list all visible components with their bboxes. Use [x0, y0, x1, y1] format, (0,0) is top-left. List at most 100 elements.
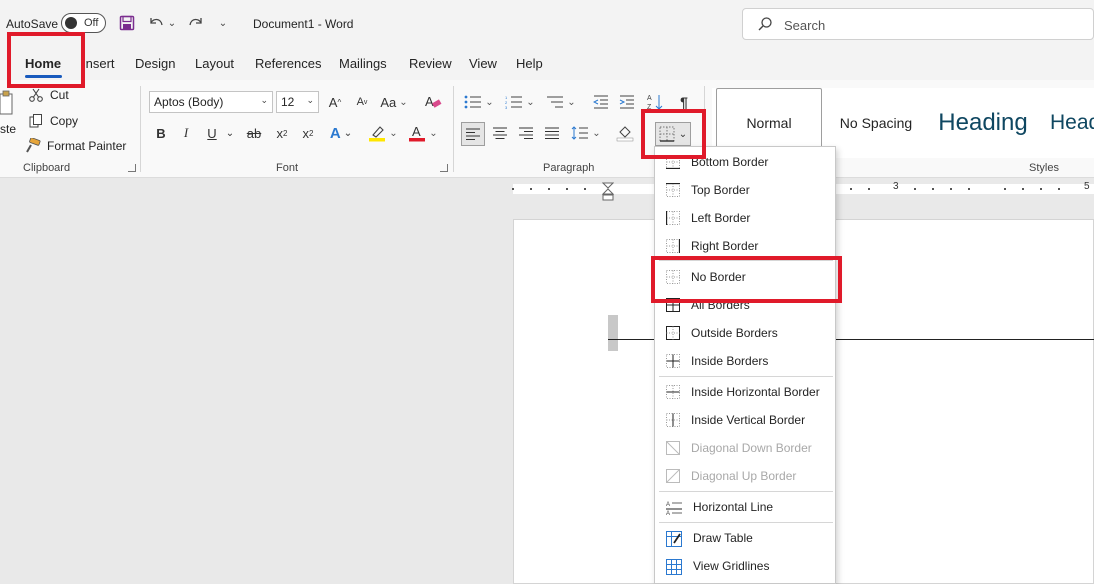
font-size-combo[interactable]: 12 ⌄ [276, 91, 319, 113]
show-formatting-marks-icon[interactable]: ¶ [675, 91, 693, 113]
shading-icon[interactable] [614, 122, 636, 144]
menu-item-label: Draw Table [693, 531, 753, 545]
italic-button[interactable]: I [177, 122, 195, 144]
svg-text:3: 3 [505, 105, 508, 109]
menu-item-all-borders[interactable]: All Borders [655, 291, 835, 319]
menu-item-draw-table[interactable]: Draw Table [655, 524, 835, 552]
tab-references[interactable]: References [255, 56, 321, 71]
bullets-icon[interactable] [462, 91, 496, 113]
tab-layout[interactable]: Layout [195, 56, 234, 71]
bold-button[interactable]: B [152, 122, 170, 144]
menu-item-bottom-border[interactable]: Bottom Border [655, 148, 835, 176]
undo-icon[interactable] [145, 13, 167, 33]
menu-item-inside-vertical-border[interactable]: Inside Vertical Border [655, 406, 835, 434]
all-borders-icon [666, 298, 680, 312]
menu-item-label: All Borders [691, 298, 750, 312]
redo-icon[interactable] [185, 13, 207, 33]
superscript-icon[interactable]: x2 [298, 122, 318, 144]
indent-marker-icon[interactable] [602, 182, 614, 202]
tab-help[interactable]: Help [516, 56, 543, 71]
menu-item-right-border[interactable]: Right Border [655, 232, 835, 260]
search-input[interactable]: Search [742, 8, 1094, 40]
style-heading-1[interactable]: Heading [930, 88, 1036, 158]
borders-icon [659, 126, 675, 142]
clipboard-dialog-launcher[interactable] [128, 164, 136, 172]
ruler-tick [512, 188, 514, 190]
menu-item-diagonal-down-border[interactable]: Diagonal Down Border [655, 434, 835, 462]
tab-view[interactable]: View [469, 56, 497, 71]
outside-borders-icon [666, 326, 680, 340]
search-placeholder: Search [784, 18, 826, 33]
tab-home[interactable]: Home [25, 56, 61, 71]
change-case-icon[interactable]: Aa [379, 91, 409, 113]
menu-item-outside-borders[interactable]: Outside Borders [655, 319, 835, 347]
menu-item-diagonal-up-border[interactable]: Diagonal Up Border [655, 462, 835, 490]
tab-insert[interactable]: Insert [82, 56, 115, 71]
menu-item-left-border[interactable]: Left Border [655, 204, 835, 232]
format-painter-button[interactable]: Format Painter [25, 138, 126, 154]
ruler-tick [950, 188, 952, 190]
undo-dropdown-icon[interactable]: ⌄ [167, 13, 177, 33]
tab-mailings[interactable]: Mailings [339, 56, 387, 71]
sort-icon[interactable]: AZ [645, 91, 665, 113]
menu-item-top-border[interactable]: Top Border [655, 176, 835, 204]
menu-separator [659, 260, 833, 261]
font-dialog-launcher[interactable] [440, 164, 448, 172]
highlight-color-icon[interactable] [367, 122, 399, 144]
menu-item-inside-horizontal-border[interactable]: Inside Horizontal Border [655, 378, 835, 406]
numbering-icon[interactable]: 123 [503, 91, 537, 113]
shrink-font-icon[interactable]: Av [352, 91, 372, 113]
ruler-tick [1040, 188, 1042, 190]
tab-design[interactable]: Design [135, 56, 175, 71]
cut-button[interactable]: Cut [28, 87, 69, 103]
decrease-indent-icon[interactable] [591, 91, 611, 113]
justify-icon[interactable] [542, 122, 562, 144]
menu-separator [659, 376, 833, 377]
strikethrough-button[interactable]: ab [244, 122, 264, 144]
autosave-toggle[interactable]: Off [61, 13, 106, 33]
text-effects-icon[interactable]: A [326, 122, 356, 144]
document-title: Document1 - Word [253, 17, 354, 31]
font-color-icon[interactable]: A [407, 122, 439, 144]
paintbrush-icon [25, 138, 41, 154]
tab-review[interactable]: Review [409, 56, 452, 71]
horizontal-ruler[interactable]: 3 5 [0, 179, 1094, 202]
left-border-icon [666, 211, 680, 225]
copy-button[interactable]: Copy [28, 113, 78, 129]
increase-indent-icon[interactable] [617, 91, 637, 113]
inside-borders-icon [666, 354, 680, 368]
right-border-icon [666, 239, 680, 253]
menu-item-label: Inside Vertical Border [691, 413, 806, 427]
svg-text:A: A [425, 94, 434, 109]
paste-button[interactable] [0, 90, 14, 116]
multilevel-list-icon[interactable] [544, 91, 578, 113]
menu-item-inside-borders[interactable]: Inside Borders [655, 347, 835, 375]
style-heading-2[interactable]: Head [1038, 88, 1094, 158]
save-icon[interactable] [117, 13, 137, 33]
menu-item-no-border[interactable]: No Border [655, 263, 835, 291]
active-tab-indicator [25, 75, 62, 78]
menu-separator [659, 491, 833, 492]
font-name-combo[interactable]: Aptos (Body) ⌄ [149, 91, 273, 113]
align-left-icon[interactable] [461, 122, 485, 146]
menu-item-label: Horizontal Line [693, 500, 774, 514]
ruler-tick [530, 188, 532, 190]
borders-button[interactable]: ⌄ [655, 122, 691, 146]
customize-quick-access-icon[interactable]: ⌄ [216, 13, 230, 33]
menu-item-view-gridlines[interactable]: View Gridlines [655, 552, 835, 580]
underline-dropdown-icon[interactable]: ⌄ [224, 122, 236, 144]
underline-button[interactable]: U [203, 122, 221, 144]
clear-formatting-icon[interactable]: A [423, 91, 443, 113]
ruler-tick [850, 188, 852, 190]
styles-group-label: Styles [1029, 162, 1059, 174]
menu-item-horizontal-line[interactable]: AA Horizontal Line [655, 493, 835, 521]
ribbon-home: ste Cut Copy Format Painter Clipboard Ap… [0, 80, 1094, 178]
align-center-icon[interactable] [490, 122, 510, 144]
align-right-icon[interactable] [516, 122, 536, 144]
gridlines-icon [666, 559, 682, 575]
style-no-spacing[interactable]: No Spacing [824, 88, 928, 158]
menu-item-label: Diagonal Down Border [691, 441, 812, 455]
line-spacing-icon[interactable] [569, 122, 603, 144]
subscript-icon[interactable]: x2 [272, 122, 292, 144]
grow-font-icon[interactable]: A ^ [325, 91, 345, 113]
